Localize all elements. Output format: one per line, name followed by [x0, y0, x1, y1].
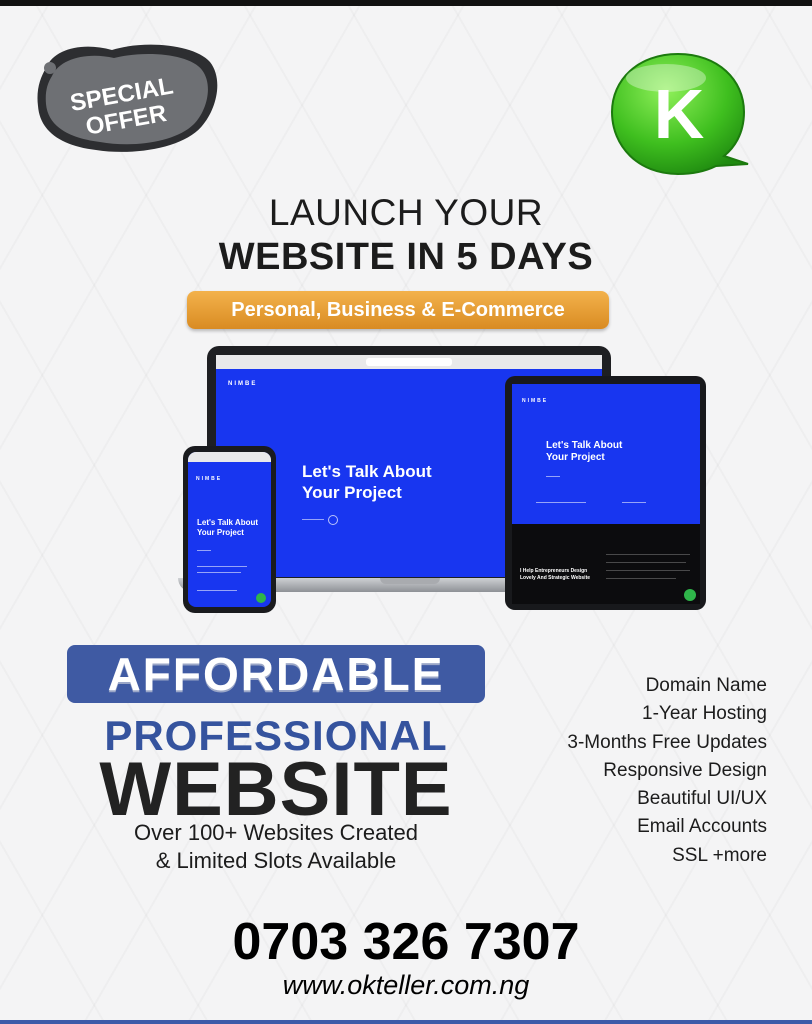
websites-created-text: Over 100+ Websites Created — [134, 820, 418, 845]
feature-item: 1-Year Hosting — [642, 703, 767, 725]
tablet-dark-text-line-2: Lovely And Strategic Website — [520, 575, 591, 581]
tablet-cta-line — [546, 476, 560, 477]
category-pill: Personal, Business & E-Commerce — [187, 291, 609, 329]
laptop-cta-line — [302, 519, 324, 520]
tablet-dark-line-2 — [606, 562, 686, 563]
laptop-heading-line-2: Your Project — [302, 483, 402, 502]
website-url-link[interactable]: www.okteller.com.ng — [0, 970, 812, 1001]
tablet-brand: NIMBE — [522, 398, 549, 404]
phone-browser-bar — [188, 452, 271, 462]
tablet-heading: Let's Talk About Your Project — [546, 440, 622, 464]
tablet-screen: NIMBE Let's Talk About Your Project — [512, 384, 700, 524]
tablet-chat-icon — [684, 589, 696, 601]
headline-days: WEBSITE IN 5 DAYS — [218, 236, 594, 278]
browser-url-field — [366, 358, 452, 366]
feature-item: Responsive Design — [603, 759, 767, 781]
laptop-heading: Let's Talk About Your Project — [302, 461, 432, 503]
feature-item: Domain Name — [645, 675, 767, 696]
feature-item: Beautiful UI/UX — [637, 788, 767, 810]
tablet-heading-line-2: Your Project — [546, 452, 605, 463]
headline-launch: LAUNCH YOUR — [268, 192, 544, 233]
k-logo-letter: K — [653, 75, 705, 153]
phone-text-line-1 — [197, 566, 247, 567]
limited-slots-text: & Limited Slots Available — [155, 848, 397, 873]
tablet-dark-text-line-1: I Help Entrepreneurs Design — [520, 568, 588, 574]
tablet-dark-line-4 — [606, 578, 676, 579]
phone-heading-line-1: Let's Talk About — [197, 518, 259, 527]
tablet-dark-text: I Help Entrepreneurs Design Lovely And S… — [520, 568, 590, 582]
phone-heading: Let's Talk About Your Project — [197, 518, 258, 538]
feature-item: SSL +more — [672, 844, 767, 866]
phone-brand: NIMBE — [196, 476, 223, 482]
features-list: Domain Name 1-Year Hosting 3-Months Free… — [567, 672, 767, 870]
tablet-dark-line-1 — [606, 554, 690, 555]
affordable-label: AFFORDABLE — [107, 648, 445, 700]
feature-item: Email Accounts — [637, 816, 767, 838]
laptop-notch — [380, 578, 440, 584]
phone-text-line-3 — [197, 590, 237, 591]
tablet-footer-line-1 — [536, 502, 586, 503]
tablet-dark-line-3 — [606, 570, 690, 571]
tablet-dark-section: I Help Entrepreneurs Design Lovely And S… — [512, 524, 700, 604]
phone-cta-line — [197, 550, 211, 551]
bottom-border — [0, 1020, 812, 1024]
tablet-heading-line-1: Let's Talk About — [546, 440, 623, 451]
browser-bar — [216, 355, 602, 369]
feature-item: 3-Months Free Updates — [567, 731, 767, 753]
laptop-heading-line-1: Let's Talk About — [302, 462, 432, 481]
laptop-brand: NIMBE — [228, 381, 258, 387]
phone-number[interactable]: 0703 326 7307 — [0, 912, 812, 972]
laptop-cta-circle — [328, 515, 338, 525]
phone-heading-line-2: Your Project — [197, 528, 244, 537]
phone-chat-icon — [256, 593, 266, 603]
tablet-footer-line-2 — [622, 502, 646, 503]
phone-screen: NIMBE Let's Talk About Your Project — [188, 452, 271, 607]
phone-text-line-2 — [197, 572, 241, 573]
